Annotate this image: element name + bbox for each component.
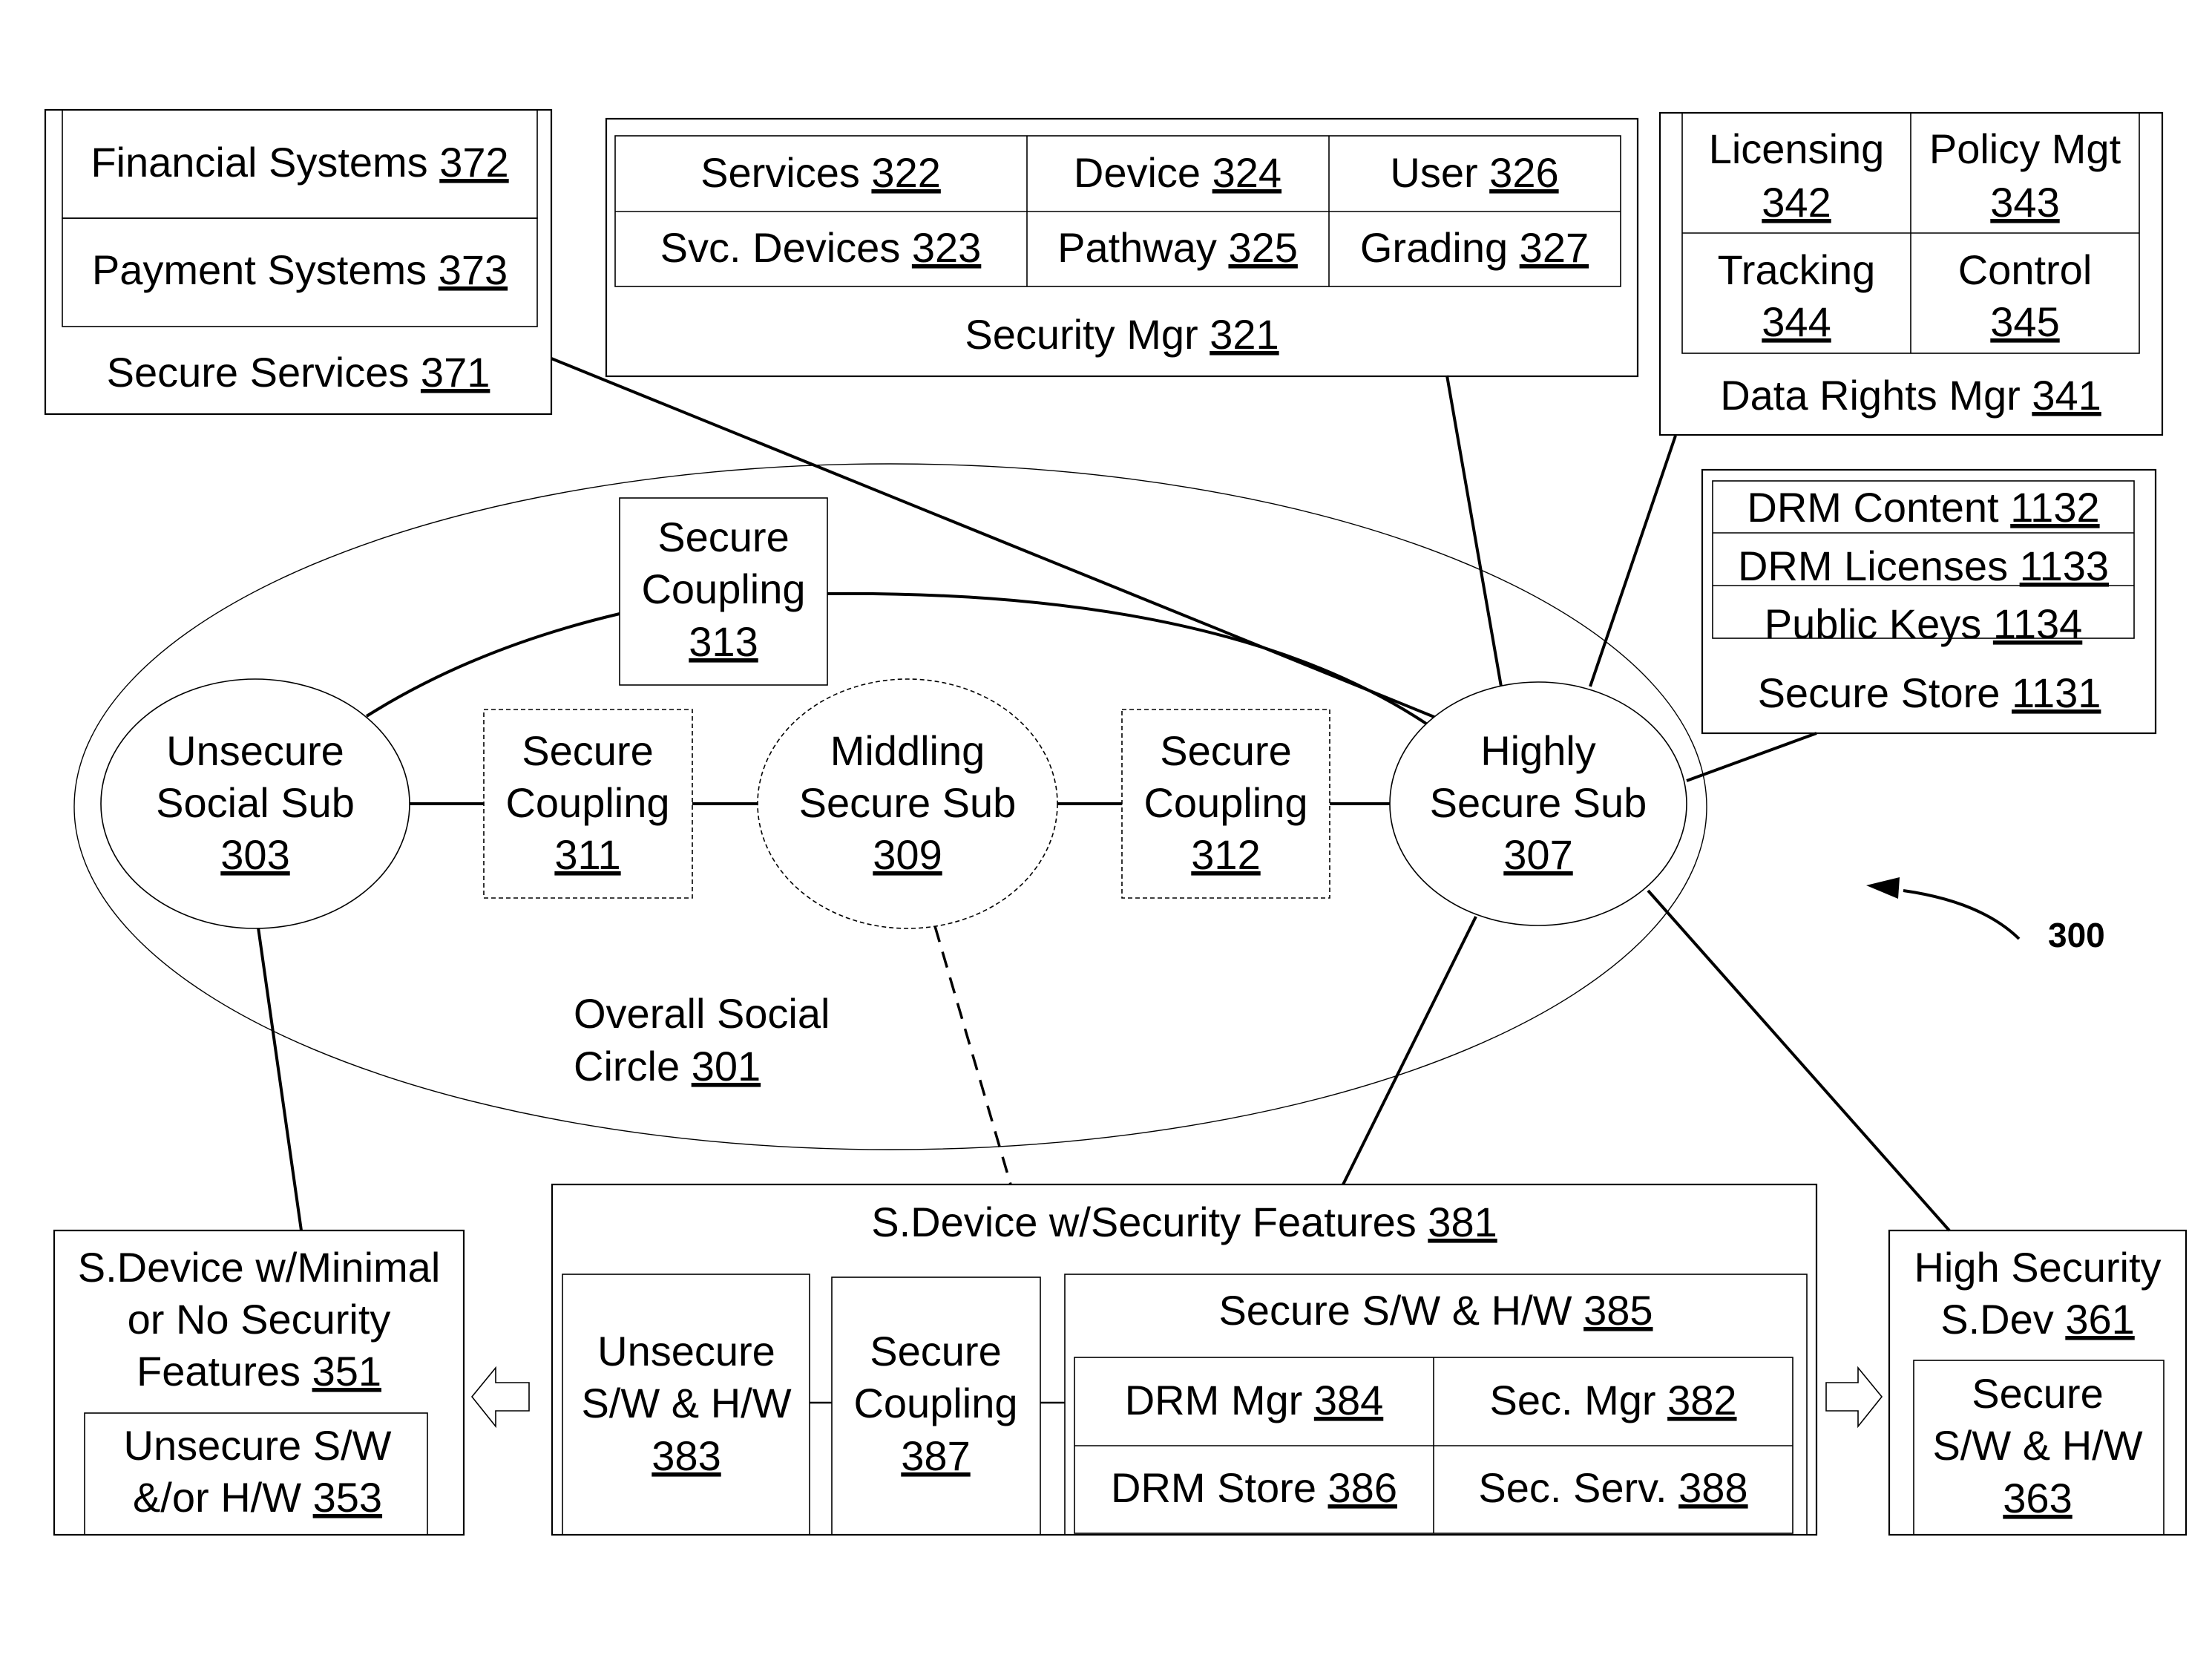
- coupling-312-line1: Secure: [1160, 727, 1291, 774]
- high-security-device-line1: High Security: [1914, 1244, 2161, 1291]
- sec-mgr-cell: Sec. Mgr 382: [1489, 1377, 1736, 1423]
- financial-systems-label: Financial Systems 372: [91, 139, 508, 186]
- unsecure-hw-383-number: 383: [652, 1432, 721, 1479]
- coupling-387-number: 387: [901, 1432, 970, 1479]
- coupling-387-line2: Coupling: [853, 1380, 1017, 1426]
- unsecure-social-sub-303: Unsecure Social Sub 303: [100, 678, 410, 929]
- highly-secure-sub-line2: Secure Sub: [1430, 779, 1647, 826]
- left-hollow-arrow-icon: [470, 1366, 530, 1429]
- licensing-cell: Licensing: [1709, 125, 1885, 172]
- overall-social-circle-line2: Circle 301: [574, 1043, 761, 1089]
- policy-mgt-cell: Policy Mgt: [1929, 125, 2121, 172]
- security-device-title: S.Device w/Security Features 381: [871, 1199, 1497, 1245]
- drm-mgr-cell: DRM Mgr 384: [1125, 1377, 1384, 1423]
- control-number: 345: [1990, 298, 2059, 345]
- middling-secure-sub-309: Middling Secure Sub 309: [757, 678, 1058, 929]
- secure-coupling-312: Secure Coupling 312: [1121, 709, 1330, 899]
- highly-secure-sub-number: 307: [1503, 831, 1572, 878]
- connector-secure-store-to-highly-secure: [1686, 732, 1817, 782]
- public-keys-item: Public Keys 1134: [1765, 600, 2083, 647]
- payment-systems-label: Payment Systems 373: [92, 246, 508, 293]
- tracking-number: 344: [1762, 298, 1831, 345]
- middling-sub-line2: Secure Sub: [799, 779, 1017, 826]
- figure-reference: 300: [1866, 877, 2105, 954]
- connector-unsecure-to-minimal-device: [257, 927, 303, 1231]
- minimal-device-line2: or No Security: [128, 1296, 391, 1343]
- overall-social-circle-line1: Overall Social: [574, 990, 830, 1037]
- secure-services-box: Financial Systems 372 Payment Systems 37…: [44, 108, 553, 416]
- highly-secure-sub-line1: Highly: [1480, 727, 1596, 774]
- coupling-311-line1: Secure: [522, 727, 653, 774]
- svc-devices-cell: Svc. Devices 323: [660, 224, 982, 271]
- drm-licenses-item: DRM Licenses 1133: [1738, 543, 2109, 589]
- unsecure-sub-number: 303: [220, 831, 289, 878]
- secure-store-title: Secure Store 1131: [1758, 669, 2101, 716]
- control-cell: Control: [1958, 246, 2093, 293]
- user-cell: User 326: [1390, 149, 1558, 196]
- coupling-311-number: 311: [554, 831, 620, 878]
- connector-highly-secure-to-high-security-device: [1647, 889, 1951, 1232]
- secure-hw-385-title: Secure S/W & H/W 385: [1218, 1287, 1653, 1334]
- unsecure-hw-383-line1: Unsecure: [597, 1328, 775, 1374]
- middling-sub-number: 309: [873, 831, 942, 878]
- secure-hw-363-line1: Secure: [1972, 1370, 2103, 1417]
- coupling-313-line2: Coupling: [641, 566, 805, 612]
- data-rights-mgr-box: Licensing 342 Policy Mgt 343 Tracking 34…: [1658, 111, 2164, 436]
- security-features-device-381: S.Device w/Security Features 381 Unsecur…: [551, 1183, 1818, 1536]
- secure-store-box: DRM Content 1132 DRM Licenses 1133 Publi…: [1701, 468, 2157, 735]
- secure-coupling-311: Secure Coupling 311: [483, 709, 693, 899]
- tracking-cell: Tracking: [1718, 246, 1876, 293]
- figure-reference-arrow: [1903, 889, 2021, 940]
- coupling-311-line2: Coupling: [505, 779, 669, 826]
- connector-data-rights-to-highly-secure: [1589, 435, 1677, 687]
- figure-number: 300: [2048, 916, 2105, 954]
- coupling-312-line2: Coupling: [1143, 779, 1307, 826]
- connector-middling-to-security-device: [933, 925, 1012, 1185]
- connector-highly-secure-to-security-device: [1342, 916, 1477, 1185]
- licensing-number: 342: [1762, 179, 1831, 226]
- coupling-313-line1: Secure: [657, 514, 789, 560]
- coupling-387-line1: Secure: [870, 1328, 1001, 1374]
- drm-store-cell: DRM Store 386: [1111, 1464, 1397, 1511]
- secure-coupling-313: Secure Coupling 313: [619, 497, 828, 686]
- sec-serv-cell: Sec. Serv. 388: [1478, 1464, 1747, 1511]
- minimal-security-device-351: S.Device w/Minimal or No Security Featur…: [53, 1229, 465, 1536]
- grading-cell: Grading 327: [1360, 224, 1589, 271]
- minimal-device-line3: Features 351: [137, 1348, 381, 1395]
- data-rights-mgr-title: Data Rights Mgr 341: [1720, 372, 2101, 419]
- minimal-device-line1: S.Device w/Minimal: [78, 1244, 441, 1291]
- pathway-cell: Pathway 325: [1057, 224, 1298, 271]
- social-security-diagram: Financial Systems 372 Payment Systems 37…: [44, 108, 2188, 1536]
- right-hollow-arrow-icon: [1825, 1366, 1883, 1429]
- coupling-312-number: 312: [1191, 831, 1260, 878]
- connector-unsecure-to-coupling-313: [365, 612, 620, 718]
- coupling-313-number: 313: [689, 618, 758, 665]
- high-security-device-line2: S.Dev 361: [1940, 1296, 2135, 1343]
- high-security-device-361: High Security S.Dev 361 Secure S/W & H/W…: [1888, 1229, 2188, 1536]
- unsecure-sub-line2: Social Sub: [156, 779, 355, 826]
- highly-secure-sub-307: Highly Secure Sub 307: [1389, 681, 1687, 926]
- unsecure-sub-line1: Unsecure: [166, 727, 344, 774]
- unsecure-hw-383-line2: S/W & H/W: [581, 1380, 791, 1426]
- secure-hw-363-number: 363: [2003, 1475, 2072, 1521]
- security-mgr-title: Security Mgr 321: [965, 311, 1279, 358]
- secure-services-title: Secure Services 371: [107, 349, 490, 396]
- device-cell: Device 324: [1074, 149, 1281, 196]
- middling-sub-line1: Middling: [830, 727, 985, 774]
- unsecure-hw-353-line1: Unsecure S/W: [124, 1422, 392, 1469]
- security-mgr-box: Services 322 Device 324 User 326 Svc. De…: [605, 117, 1639, 378]
- drm-content-item: DRM Content 1132: [1747, 484, 2099, 531]
- policy-mgt-number: 343: [1990, 179, 2059, 226]
- figure-reference-arrowhead-icon: [1866, 877, 1900, 899]
- services-cell: Services 322: [700, 149, 941, 196]
- connector-security-mgr-to-highly-secure: [1445, 375, 1503, 687]
- unsecure-hw-353-line2: &/or H/W 353: [133, 1474, 382, 1521]
- secure-hw-363-line2: S/W & H/W: [1932, 1422, 2142, 1469]
